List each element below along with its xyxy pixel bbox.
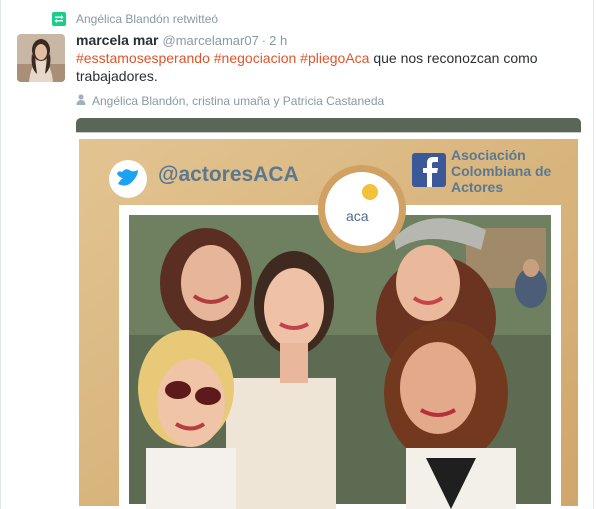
separator: · [261, 33, 267, 48]
tweet-header: marcela mar @marcelamar07 · 2 h [76, 32, 287, 48]
tweet-timestamp[interactable]: 2 h [269, 33, 287, 48]
author-fullname[interactable]: marcela mar [76, 32, 159, 48]
author-username[interactable]: @marcelamar07 [163, 33, 259, 48]
tweet-media-photo[interactable]: @actoresACA Asociación Colombiana de Act… [76, 118, 581, 509]
avatar[interactable] [17, 34, 65, 82]
hashtag-link[interactable]: #negociacion [214, 50, 297, 66]
tagged-users-label: Angélica Blandón, cristina umaña y Patri… [92, 94, 385, 108]
person-icon [76, 92, 86, 110]
retweet-icon [52, 12, 66, 26]
frame-org-line-1: Asociación [451, 147, 526, 163]
hashtag-link[interactable]: #esstamosesperando [76, 50, 210, 66]
retweet-context: Angélica Blandón retwitteó [52, 10, 218, 28]
hashtag-link[interactable]: #pliegoAca [300, 50, 369, 66]
tweet-card[interactable]: Angélica Blandón retwitteó marcela mar @… [0, 0, 594, 509]
frame-badge-text: aca [346, 208, 369, 224]
frame-org-line-2: Colombiana de [451, 163, 552, 179]
frame-org-line-3: Actores [451, 179, 504, 195]
retweeter-label[interactable]: Angélica Blandón retwitteó [76, 12, 218, 26]
frame-handle-text: @actoresACA [158, 163, 299, 186]
tweet-text: #esstamosesperando #negociacion #pliegoA… [76, 49, 566, 85]
tagged-users[interactable]: Angélica Blandón, cristina umaña y Patri… [76, 92, 384, 110]
